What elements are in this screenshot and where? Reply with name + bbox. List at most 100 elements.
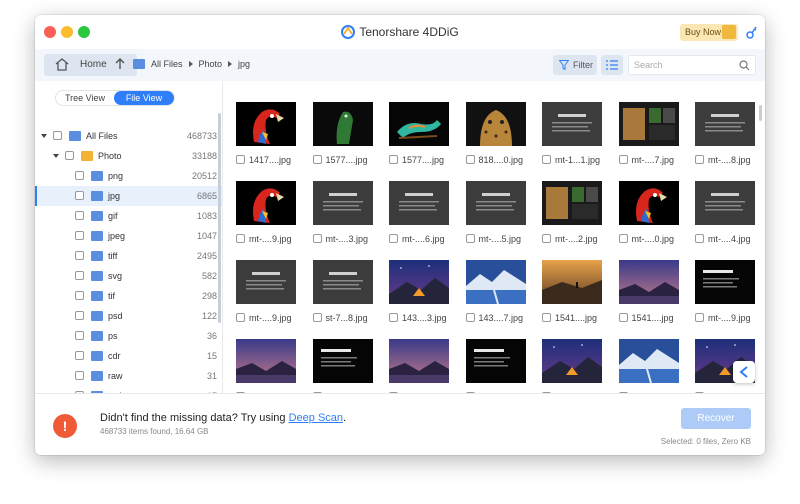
file-item[interactable]: mt-....9.jpg bbox=[231, 174, 301, 248]
file-checkbox[interactable] bbox=[618, 313, 628, 322]
key-icon[interactable] bbox=[745, 24, 759, 40]
tree-checkbox[interactable] bbox=[75, 171, 84, 180]
file-thumbnail[interactable] bbox=[233, 334, 299, 388]
tree-item-gif[interactable]: gif 1083 bbox=[35, 206, 223, 226]
file-thumbnail[interactable] bbox=[692, 176, 758, 230]
search-input[interactable]: Search bbox=[628, 55, 756, 75]
breadcrumb-jpg[interactable]: jpg bbox=[238, 59, 250, 69]
list-view-button[interactable] bbox=[601, 55, 623, 75]
file-item[interactable]: mt-....5.jpg bbox=[461, 174, 531, 248]
tree-item-png[interactable]: png 20512 bbox=[35, 166, 223, 186]
breadcrumb-all-files[interactable]: All Files bbox=[151, 59, 183, 69]
file-item[interactable]: mt-....6.jpg bbox=[384, 174, 454, 248]
chevron-down-icon[interactable] bbox=[53, 154, 59, 158]
file-thumbnail[interactable] bbox=[463, 176, 529, 230]
file-thumbnail[interactable] bbox=[310, 255, 376, 309]
file-checkbox[interactable] bbox=[312, 313, 322, 322]
file-thumbnail[interactable] bbox=[539, 255, 605, 309]
file-item[interactable]: mt-1...1.jpg bbox=[537, 95, 607, 169]
file-thumbnail[interactable] bbox=[616, 97, 682, 151]
file-thumbnail[interactable] bbox=[539, 334, 605, 388]
file-item[interactable]: 143....3.jpg bbox=[384, 253, 454, 327]
tree-item-raw[interactable]: raw 31 bbox=[35, 366, 223, 386]
recover-button[interactable]: Recover bbox=[681, 408, 751, 429]
tree-checkbox[interactable] bbox=[75, 271, 84, 280]
grid-scrollbar[interactable] bbox=[759, 105, 762, 121]
file-item[interactable]: 1541....jpg bbox=[537, 253, 607, 327]
file-checkbox[interactable] bbox=[695, 234, 704, 243]
chevron-down-icon[interactable] bbox=[41, 134, 47, 138]
tree-checkbox[interactable] bbox=[75, 231, 84, 240]
file-item[interactable]: mt-....9.jpg bbox=[690, 253, 760, 327]
file-thumbnail[interactable] bbox=[616, 176, 682, 230]
file-thumbnail[interactable] bbox=[616, 255, 682, 309]
file-item[interactable]: mt-....7.jpg bbox=[614, 95, 684, 169]
file-item[interactable]: 143....7.jpg bbox=[461, 253, 531, 327]
file-checkbox[interactable] bbox=[618, 155, 628, 164]
file-checkbox[interactable] bbox=[695, 155, 704, 164]
tree-item-cdr[interactable]: cdr 15 bbox=[35, 346, 223, 366]
file-thumbnail[interactable] bbox=[692, 97, 758, 151]
file-item[interactable]: 1577....jpg bbox=[384, 95, 454, 169]
file-thumbnail[interactable] bbox=[233, 97, 299, 151]
file-item[interactable]: mt-....0.jpg bbox=[614, 174, 684, 248]
tree-item-ps[interactable]: ps 36 bbox=[35, 326, 223, 346]
tree-checkbox[interactable] bbox=[75, 191, 84, 200]
tree-checkbox[interactable] bbox=[75, 351, 84, 360]
up-arrow-icon[interactable] bbox=[115, 58, 125, 70]
file-checkbox[interactable] bbox=[312, 234, 322, 243]
file-thumbnail[interactable] bbox=[310, 334, 376, 388]
file-checkbox[interactable] bbox=[389, 155, 398, 164]
file-thumbnail[interactable] bbox=[539, 97, 605, 151]
file-item[interactable]: st-7...8.jpg bbox=[308, 253, 378, 327]
tree-checkbox[interactable] bbox=[75, 251, 84, 260]
file-checkbox[interactable] bbox=[389, 313, 398, 322]
file-checkbox[interactable] bbox=[236, 313, 245, 322]
file-thumbnail[interactable] bbox=[386, 97, 452, 151]
file-thumbnail[interactable] bbox=[463, 97, 529, 151]
file-item[interactable]: 1541....jpg bbox=[614, 253, 684, 327]
file-thumbnail[interactable] bbox=[692, 255, 758, 309]
file-item[interactable]: 1577....jpg bbox=[308, 95, 378, 169]
file-thumbnail[interactable] bbox=[310, 97, 376, 151]
file-thumbnail[interactable] bbox=[386, 334, 452, 388]
tab-file-view[interactable]: File View bbox=[114, 91, 174, 105]
tree-checkbox[interactable] bbox=[75, 291, 84, 300]
file-item[interactable]: mt-....3.jpg bbox=[308, 174, 378, 248]
tree-item-all-files[interactable]: All Files 468733 bbox=[35, 126, 223, 146]
tree-item-psd[interactable]: psd 122 bbox=[35, 306, 223, 326]
sidebar-scrollbar[interactable] bbox=[218, 113, 221, 323]
tree-item-jpeg[interactable]: jpeg 1047 bbox=[35, 226, 223, 246]
tree-checkbox[interactable] bbox=[75, 211, 84, 220]
collapse-panel-button[interactable] bbox=[733, 361, 755, 383]
file-item[interactable]: 818....0.jpg bbox=[461, 95, 531, 169]
tree-item-jpg[interactable]: jpg 6865 bbox=[35, 186, 223, 206]
tree-checkbox[interactable] bbox=[65, 151, 74, 160]
file-checkbox[interactable] bbox=[542, 234, 551, 243]
file-checkbox[interactable] bbox=[236, 234, 245, 243]
tree-item-svg[interactable]: svg 582 bbox=[35, 266, 223, 286]
file-checkbox[interactable] bbox=[695, 313, 704, 322]
tree-checkbox[interactable] bbox=[53, 131, 62, 140]
file-thumbnail[interactable] bbox=[233, 255, 299, 309]
file-item[interactable]: 1417....jpg bbox=[231, 95, 301, 169]
breadcrumb-photo[interactable]: Photo bbox=[199, 59, 223, 69]
file-thumbnail[interactable] bbox=[463, 334, 529, 388]
file-checkbox[interactable] bbox=[236, 155, 245, 164]
file-checkbox[interactable] bbox=[542, 155, 551, 164]
file-checkbox[interactable] bbox=[618, 234, 628, 243]
deep-scan-link[interactable]: Deep Scan bbox=[289, 412, 343, 424]
file-checkbox[interactable] bbox=[465, 155, 475, 164]
file-thumbnail[interactable] bbox=[616, 334, 682, 388]
tree-item-tiff[interactable]: tiff 2495 bbox=[35, 246, 223, 266]
file-thumbnail[interactable] bbox=[463, 255, 529, 309]
tree-checkbox[interactable] bbox=[75, 331, 84, 340]
file-thumbnail[interactable] bbox=[233, 176, 299, 230]
file-thumbnail[interactable] bbox=[310, 176, 376, 230]
file-item[interactable]: mt-....9.jpg bbox=[231, 253, 301, 327]
file-thumbnail[interactable] bbox=[539, 176, 605, 230]
file-checkbox[interactable] bbox=[542, 313, 551, 322]
file-thumbnail[interactable] bbox=[386, 255, 452, 309]
buy-now-button[interactable]: Buy Now bbox=[680, 24, 738, 41]
file-item[interactable]: mt-....2.jpg bbox=[537, 174, 607, 248]
